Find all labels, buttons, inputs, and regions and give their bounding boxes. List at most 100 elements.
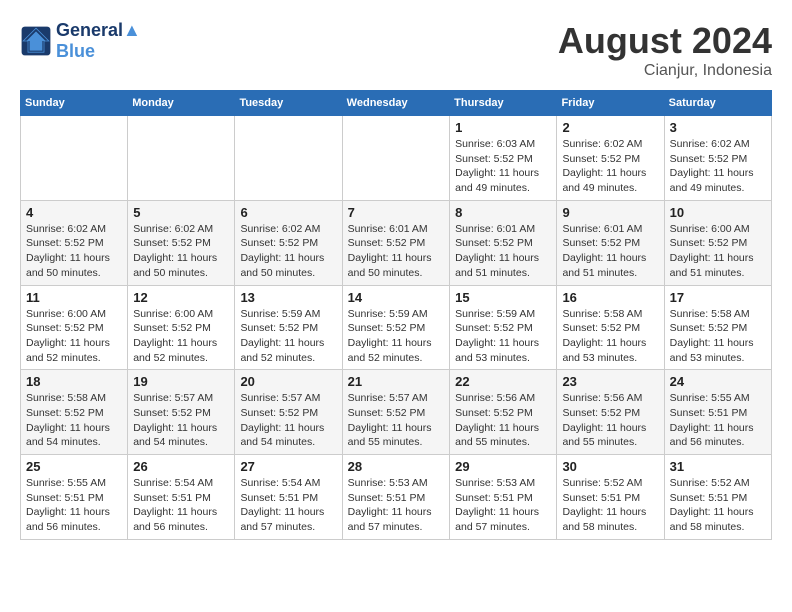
day-info: Sunrise: 5:59 AM Sunset: 5:52 PM Dayligh… bbox=[240, 307, 336, 366]
day-number: 2 bbox=[562, 120, 658, 135]
day-number: 31 bbox=[670, 459, 766, 474]
day-number: 26 bbox=[133, 459, 229, 474]
logo: General▲ Blue bbox=[20, 20, 141, 62]
day-number: 16 bbox=[562, 290, 658, 305]
day-info: Sunrise: 5:56 AM Sunset: 5:52 PM Dayligh… bbox=[455, 391, 551, 450]
calendar-cell: 15Sunrise: 5:59 AM Sunset: 5:52 PM Dayli… bbox=[450, 285, 557, 370]
day-number: 28 bbox=[348, 459, 444, 474]
logo-icon bbox=[20, 25, 52, 57]
calendar-cell: 19Sunrise: 5:57 AM Sunset: 5:52 PM Dayli… bbox=[128, 370, 235, 455]
day-info: Sunrise: 5:53 AM Sunset: 5:51 PM Dayligh… bbox=[348, 476, 444, 535]
calendar-cell: 29 Sunrise: 5:53 AM Sunset: 5:51 PM Dayli… bbox=[450, 455, 557, 540]
calendar-cell: 21 Sunrise: 5:57 AM Sunset: 5:52 PM Dayli… bbox=[342, 370, 449, 455]
day-info: Sunrise: 5:55 AM Sunset: 5:51 PM Dayligh… bbox=[670, 391, 766, 450]
calendar-cell: 25Sunrise: 5:55 AM Sunset: 5:51 PM Dayli… bbox=[21, 455, 128, 540]
day-info: Sunrise: 6:03 AM Sunset: 5:52 PM Dayligh… bbox=[455, 137, 551, 196]
day-number: 7 bbox=[348, 205, 444, 220]
day-info: Sunrise: 6:02 AM Sunset: 5:52 PM Dayligh… bbox=[670, 137, 766, 196]
title-block: August 2024 Cianjur, Indonesia bbox=[558, 20, 772, 80]
calendar-cell: 31 Sunrise: 5:52 AM Sunset: 5:51 PM Dayli… bbox=[664, 455, 771, 540]
day-info: Sunrise: 6:00 AM Sunset: 5:52 PM Dayligh… bbox=[670, 222, 766, 281]
weekday-friday: Friday bbox=[557, 91, 664, 116]
day-info: Sunrise: 6:01 AM Sunset: 5:52 PM Dayligh… bbox=[562, 222, 658, 281]
day-info: Sunrise: 5:52 AM Sunset: 5:51 PM Dayligh… bbox=[562, 476, 658, 535]
day-info: Sunrise: 5:52 AM Sunset: 5:51 PM Dayligh… bbox=[670, 476, 766, 535]
calendar-cell: 13 Sunrise: 5:59 AM Sunset: 5:52 PM Dayli… bbox=[235, 285, 342, 370]
day-number: 9 bbox=[562, 205, 658, 220]
day-info: Sunrise: 6:02 AM Sunset: 5:52 PM Dayligh… bbox=[562, 137, 658, 196]
weekday-thursday: Thursday bbox=[450, 91, 557, 116]
logo-text: General▲ Blue bbox=[56, 20, 141, 62]
calendar-cell: 27 Sunrise: 5:54 AM Sunset: 5:51 PM Dayli… bbox=[235, 455, 342, 540]
calendar-cell: 4Sunrise: 6:02 AM Sunset: 5:52 PM Daylig… bbox=[21, 200, 128, 285]
calendar-cell: 2 Sunrise: 6:02 AM Sunset: 5:52 PM Daylig… bbox=[557, 116, 664, 201]
calendar-cell: 24 Sunrise: 5:55 AM Sunset: 5:51 PM Dayli… bbox=[664, 370, 771, 455]
day-info: Sunrise: 5:57 AM Sunset: 5:52 PM Dayligh… bbox=[348, 391, 444, 450]
day-info: Sunrise: 5:54 AM Sunset: 5:51 PM Dayligh… bbox=[133, 476, 229, 535]
day-number: 25 bbox=[26, 459, 122, 474]
day-number: 10 bbox=[670, 205, 766, 220]
weekday-monday: Monday bbox=[128, 91, 235, 116]
day-info: Sunrise: 6:01 AM Sunset: 5:52 PM Dayligh… bbox=[455, 222, 551, 281]
day-number: 29 bbox=[455, 459, 551, 474]
calendar-cell: 22Sunrise: 5:56 AM Sunset: 5:52 PM Dayli… bbox=[450, 370, 557, 455]
day-info: Sunrise: 5:59 AM Sunset: 5:52 PM Dayligh… bbox=[348, 307, 444, 366]
day-number: 13 bbox=[240, 290, 336, 305]
calendar-cell bbox=[342, 116, 449, 201]
calendar-cell: 23 Sunrise: 5:56 AM Sunset: 5:52 PM Dayli… bbox=[557, 370, 664, 455]
day-info: Sunrise: 5:58 AM Sunset: 5:52 PM Dayligh… bbox=[670, 307, 766, 366]
day-number: 21 bbox=[348, 374, 444, 389]
calendar-cell: 26 Sunrise: 5:54 AM Sunset: 5:51 PM Dayli… bbox=[128, 455, 235, 540]
day-info: Sunrise: 5:58 AM Sunset: 5:52 PM Dayligh… bbox=[562, 307, 658, 366]
calendar-cell: 17Sunrise: 5:58 AM Sunset: 5:52 PM Dayli… bbox=[664, 285, 771, 370]
calendar-cell bbox=[128, 116, 235, 201]
weekday-sunday: Sunday bbox=[21, 91, 128, 116]
day-number: 27 bbox=[240, 459, 336, 474]
calendar-week-5: 25Sunrise: 5:55 AM Sunset: 5:51 PM Dayli… bbox=[21, 455, 772, 540]
day-info: Sunrise: 6:02 AM Sunset: 5:52 PM Dayligh… bbox=[26, 222, 122, 281]
day-info: Sunrise: 5:56 AM Sunset: 5:52 PM Dayligh… bbox=[562, 391, 658, 450]
location: Cianjur, Indonesia bbox=[558, 62, 772, 80]
calendar-cell: 30 Sunrise: 5:52 AM Sunset: 5:51 PM Dayli… bbox=[557, 455, 664, 540]
day-info: Sunrise: 5:57 AM Sunset: 5:52 PM Dayligh… bbox=[240, 391, 336, 450]
day-number: 24 bbox=[670, 374, 766, 389]
day-number: 23 bbox=[562, 374, 658, 389]
weekday-header-row: SundayMondayTuesdayWednesdayThursdayFrid… bbox=[21, 91, 772, 116]
day-number: 1 bbox=[455, 120, 551, 135]
day-info: Sunrise: 6:00 AM Sunset: 5:52 PM Dayligh… bbox=[26, 307, 122, 366]
day-number: 8 bbox=[455, 205, 551, 220]
calendar-week-3: 11Sunrise: 6:00 AM Sunset: 5:52 PM Dayli… bbox=[21, 285, 772, 370]
day-number: 3 bbox=[670, 120, 766, 135]
day-number: 12 bbox=[133, 290, 229, 305]
day-number: 18 bbox=[26, 374, 122, 389]
calendar-cell: 12Sunrise: 6:00 AM Sunset: 5:52 PM Dayli… bbox=[128, 285, 235, 370]
day-number: 30 bbox=[562, 459, 658, 474]
month-year: August 2024 bbox=[558, 20, 772, 62]
day-info: Sunrise: 5:54 AM Sunset: 5:51 PM Dayligh… bbox=[240, 476, 336, 535]
calendar-cell: 16 Sunrise: 5:58 AM Sunset: 5:52 PM Dayli… bbox=[557, 285, 664, 370]
calendar-week-2: 4Sunrise: 6:02 AM Sunset: 5:52 PM Daylig… bbox=[21, 200, 772, 285]
calendar-table: SundayMondayTuesdayWednesdayThursdayFrid… bbox=[20, 90, 772, 540]
calendar-cell: 10 Sunrise: 6:00 AM Sunset: 5:52 PM Dayli… bbox=[664, 200, 771, 285]
day-info: Sunrise: 5:58 AM Sunset: 5:52 PM Dayligh… bbox=[26, 391, 122, 450]
weekday-tuesday: Tuesday bbox=[235, 91, 342, 116]
weekday-wednesday: Wednesday bbox=[342, 91, 449, 116]
calendar-cell: 3 Sunrise: 6:02 AM Sunset: 5:52 PM Daylig… bbox=[664, 116, 771, 201]
calendar-cell bbox=[235, 116, 342, 201]
day-info: Sunrise: 6:01 AM Sunset: 5:52 PM Dayligh… bbox=[348, 222, 444, 281]
day-number: 5 bbox=[133, 205, 229, 220]
day-info: Sunrise: 5:57 AM Sunset: 5:52 PM Dayligh… bbox=[133, 391, 229, 450]
calendar-cell: 1 Sunrise: 6:03 AM Sunset: 5:52 PM Daylig… bbox=[450, 116, 557, 201]
page-header: General▲ Blue August 2024 Cianjur, Indon… bbox=[20, 20, 772, 80]
calendar-cell: 28 Sunrise: 5:53 AM Sunset: 5:51 PM Dayli… bbox=[342, 455, 449, 540]
calendar-cell: 14 Sunrise: 5:59 AM Sunset: 5:52 PM Dayli… bbox=[342, 285, 449, 370]
day-info: Sunrise: 6:02 AM Sunset: 5:52 PM Dayligh… bbox=[133, 222, 229, 281]
day-number: 14 bbox=[348, 290, 444, 305]
weekday-saturday: Saturday bbox=[664, 91, 771, 116]
day-info: Sunrise: 6:02 AM Sunset: 5:52 PM Dayligh… bbox=[240, 222, 336, 281]
calendar-week-1: 1 Sunrise: 6:03 AM Sunset: 5:52 PM Daylig… bbox=[21, 116, 772, 201]
calendar-cell: 5 Sunrise: 6:02 AM Sunset: 5:52 PM Daylig… bbox=[128, 200, 235, 285]
day-info: Sunrise: 5:53 AM Sunset: 5:51 PM Dayligh… bbox=[455, 476, 551, 535]
calendar-cell bbox=[21, 116, 128, 201]
calendar-cell: 6Sunrise: 6:02 AM Sunset: 5:52 PM Daylig… bbox=[235, 200, 342, 285]
